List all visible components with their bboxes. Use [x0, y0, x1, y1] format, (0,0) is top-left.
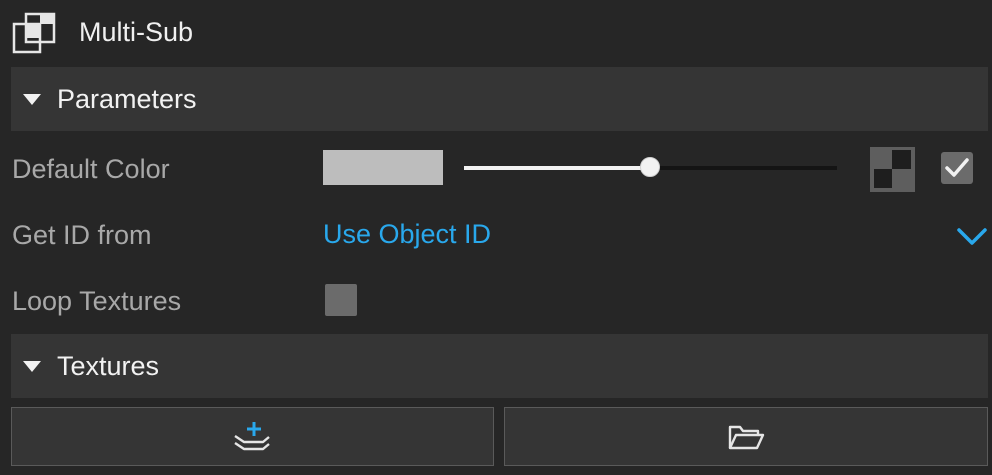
chevron-down-icon[interactable] — [955, 222, 989, 250]
add-texture-button[interactable] — [11, 407, 494, 466]
panel-header: Multi-Sub — [0, 0, 992, 66]
slider-track-filled — [464, 166, 651, 170]
checkmark-icon — [945, 158, 969, 177]
slider-track[interactable] — [651, 166, 837, 170]
panel-title: Multi-Sub — [79, 17, 194, 47]
collapse-triangle-icon — [23, 93, 41, 105]
default-color-label: Default Color — [12, 154, 170, 184]
slider-thumb[interactable] — [640, 157, 660, 177]
parameters-section-header[interactable]: Parameters — [11, 67, 988, 131]
textures-section-header[interactable]: Textures — [11, 334, 988, 398]
get-id-from-label: Get ID from — [12, 220, 152, 250]
default-color-swatch[interactable] — [323, 150, 443, 185]
add-layer-icon — [233, 421, 270, 450]
texture-slot-icon[interactable] — [870, 147, 915, 192]
default-color-enable-checkbox[interactable] — [941, 152, 973, 184]
open-texture-button[interactable] — [504, 407, 988, 466]
section-label: Parameters — [57, 83, 197, 114]
multi-sub-material-icon — [12, 12, 56, 54]
get-id-from-dropdown[interactable]: Use Object ID — [323, 219, 491, 250]
collapse-triangle-icon — [23, 360, 41, 372]
loop-textures-checkbox[interactable] — [325, 284, 357, 316]
folder-open-icon — [728, 425, 765, 449]
loop-textures-label: Loop Textures — [12, 286, 182, 316]
section-label: Textures — [57, 350, 160, 381]
